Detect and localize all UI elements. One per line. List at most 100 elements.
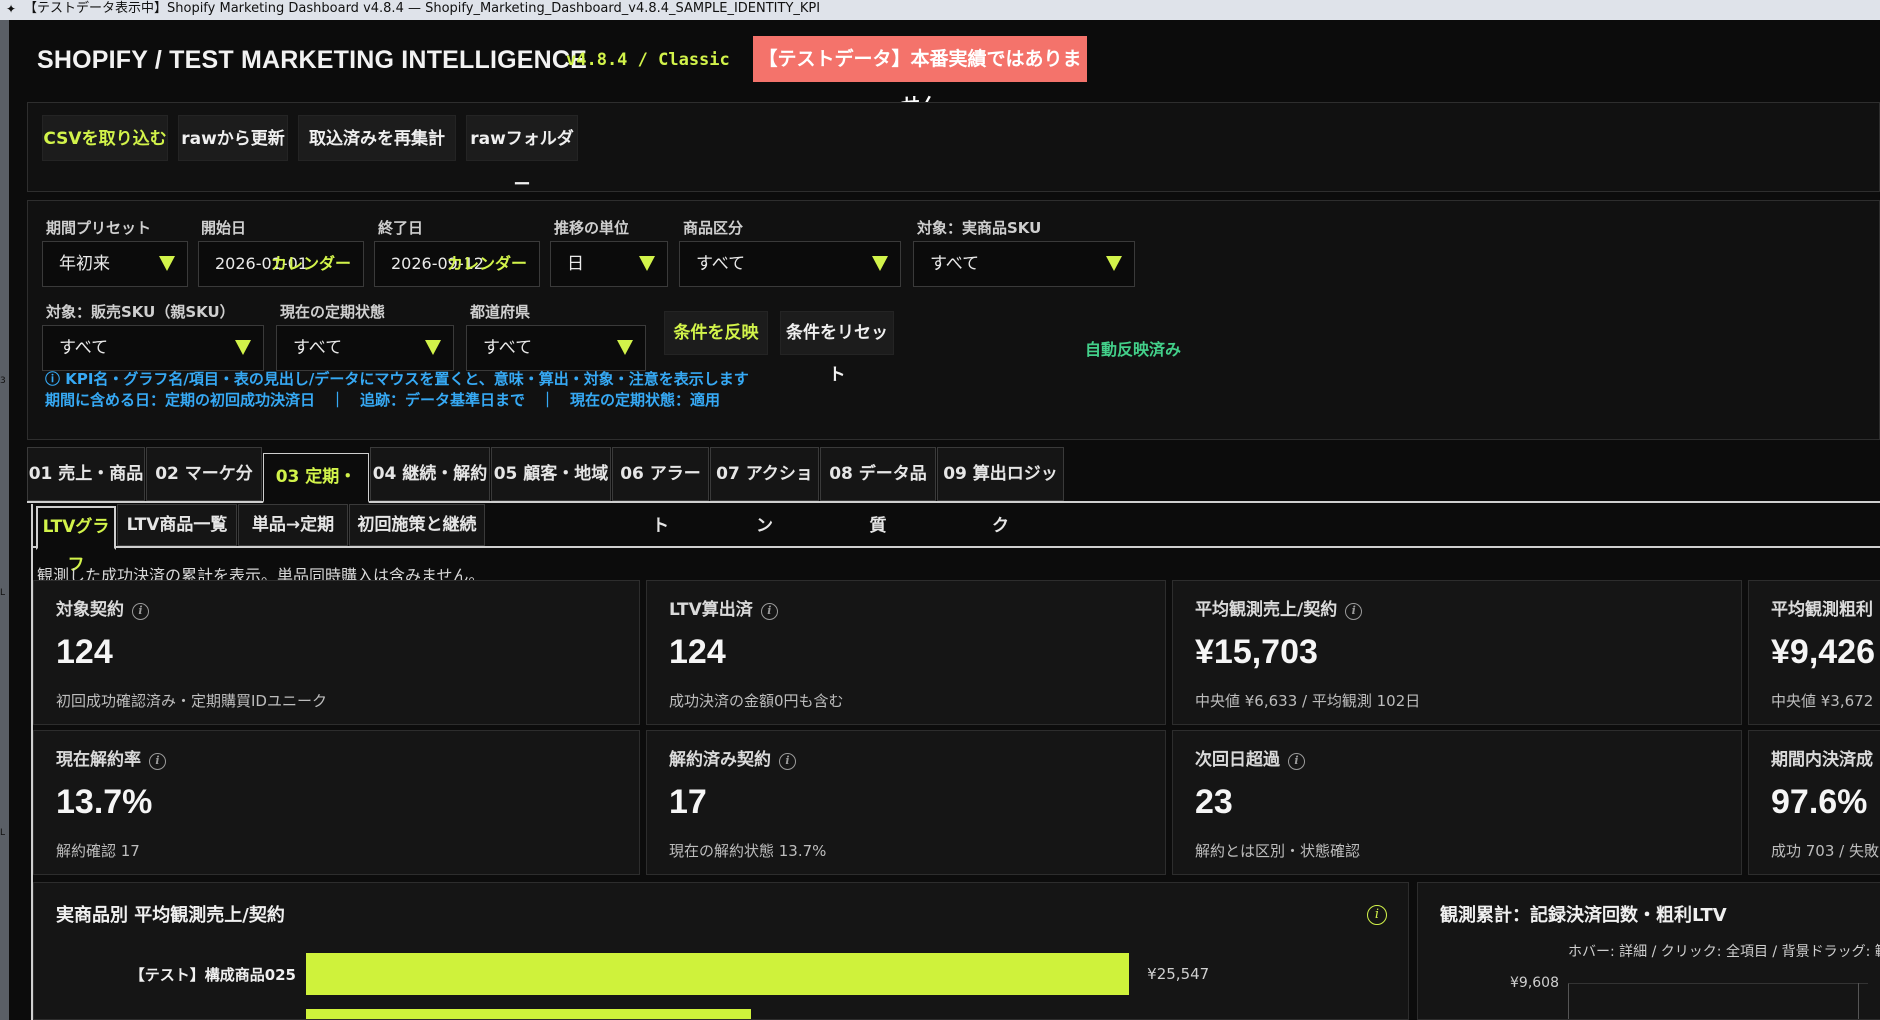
chevron-down-icon [159,256,175,271]
target-sales-sku-label: 対象：販売SKU（親SKU） [46,303,235,321]
end-date-label: 終了日 [378,219,424,237]
info-icon[interactable]: i [760,603,778,620]
kpi-label-text: 平均観測売上/契約 [1195,600,1338,620]
update-from-raw-button[interactable]: rawから更新 [178,115,288,161]
target-real-sku-value: すべて [930,254,980,274]
target-real-sku-select[interactable]: すべて [913,241,1135,287]
tab-retention-churn[interactable]: 04 継続・解約 [370,447,490,501]
end-date-field[interactable]: 2026-09-12 カレンダー [374,241,540,287]
test-data-badge: 【テストデータ】本番実績ではありません [753,36,1087,116]
bar[interactable] [306,1009,751,1019]
plot-area[interactable] [1568,983,1868,1019]
tab-data-quality[interactable]: 08 データ品質 [820,447,936,536]
product-category-select[interactable]: すべて [679,241,901,287]
line-chart-hint: ホバー: 詳細 / クリック: 全項目 / 背景ドラッグ: 範 [1568,944,1880,960]
subscription-status-select[interactable]: すべて [276,325,454,371]
hover-hint: ⓘ KPI名・グラフ名/項目・表の見出し/データにマウスを置くと、意味・算出・対… [45,370,749,388]
period-preset-select[interactable]: 年初来 [42,241,188,287]
kpi-label-text: 次回日超過 [1195,750,1280,770]
target-real-sku-label: 対象：実商品SKU [917,219,1042,237]
kpi-label: 平均観測売上/契約 i [1195,595,1363,620]
kpi-value: 17 [669,783,707,821]
info-icon[interactable]: i [779,753,796,770]
chevron-down-icon [235,340,251,355]
trend-unit-value: 日 [567,254,584,274]
tab-customer-region[interactable]: 05 顧客・地域 [491,447,611,501]
bar-chart-title: 実商品別 平均観測売上/契約 [56,905,285,926]
tab-calculation-logic[interactable]: 09 算出ロジック [937,447,1064,536]
trend-unit-select[interactable]: 日 [550,241,668,287]
kpi-label-text: LTV算出済 [669,600,753,620]
tab-marketing[interactable]: 02 マーケ分析 [146,447,262,536]
tab-alerts[interactable]: 06 アラート [612,447,709,536]
subscription-status-value: すべて [293,338,343,358]
raw-folder-button[interactable]: rawフォルダー [466,115,578,195]
kpi-value: 124 [669,633,726,671]
kpi-label: LTV算出済 i [669,595,778,620]
reset-filters-button[interactable]: 条件をリセット [780,311,894,385]
subtab-single-to-sub[interactable]: 単品→定期 [238,504,348,546]
gridline [1858,983,1859,1019]
dashboard-app: SHOPIFY / TEST MARKETING INTELLIGENCE v4… [9,20,1880,1020]
kpi-subtext: 初回成功確認済み・定期購買IDユニーク [56,692,327,710]
edge-mark: L [0,828,6,838]
kpi-value: 13.7% [56,783,153,821]
kpi-label: 期間内決済成 [1771,750,1873,770]
kpi-subtext: 中央値 ¥3,672 [1771,692,1874,710]
kpi-value: ¥15,703 [1195,633,1318,671]
import-csv-button[interactable]: CSVを取り込む [42,115,168,161]
kpi-label: 解約済み契約 i [669,745,796,770]
line-chart-title: 観測累計：記録決済回数・粗利LTV [1440,905,1727,926]
end-calendar-button[interactable]: カレンダー [447,242,527,286]
kpi-card: 期間内決済成 97.6% 成功 703 / 失敗 [1748,730,1880,875]
left-window-edge: 3 L L [0,20,9,1020]
info-icon[interactable]: i [1367,905,1387,925]
kpi-label: 対象契約 i [56,595,149,620]
target-sales-sku-value: すべて [59,338,109,358]
product-category-value: すべて [696,254,746,274]
info-icon[interactable]: i [1345,603,1363,620]
info-icon[interactable]: i [149,753,166,770]
target-sales-sku-select[interactable]: すべて [42,325,264,371]
chevron-down-icon [639,256,655,271]
auto-applied-status: 自動反映済み [1085,340,1182,359]
chevron-down-icon [425,340,441,355]
kpi-value: 97.6% [1771,783,1868,821]
kpi-label: 平均観測粗利 [1771,600,1873,620]
subtab-ltv-products[interactable]: LTV商品一覧 [117,504,237,546]
kpi-card: 現在解約率 i 13.7% 解約確認 17 [33,730,640,875]
action-panel: CSVを取り込む rawから更新 取込済みを再集計 rawフォルダー [27,102,1880,195]
period-preset-label: 期間プリセット [46,219,152,237]
header: SHOPIFY / TEST MARKETING INTELLIGENCE v4… [9,20,1880,116]
product-category-label: 商品区分 [683,219,744,237]
prefecture-value: すべて [483,338,533,358]
line-chart-panel: 観測累計：記録決済回数・粗利LTV ホバー: 詳細 / クリック: 全項目 / … [1417,882,1880,1020]
kpi-subtext: 成功決済の金額0円も含む [669,692,844,710]
y-tick-label: ¥9,608 [1510,975,1559,991]
start-date-field[interactable]: 2026-01-01 カレンダー [198,241,364,287]
start-date-label: 開始日 [201,219,247,237]
apply-filters-button[interactable]: 条件を反映 [664,311,768,355]
kpi-subtext: 解約確認 17 [56,842,140,860]
tab-actions[interactable]: 07 アクション [710,447,819,536]
subtab-ltv-graph[interactable]: LTVグラフ [36,506,116,575]
sub-tabs: LTVグラフ LTV商品一覧 単品→定期 初回施策と継続 [31,504,1880,575]
info-icon[interactable]: i [132,603,149,620]
start-calendar-button[interactable]: カレンダー [271,242,351,286]
window-titlebar: ✦ 【テストデータ表示中】Shopify Marketing Dashboard… [0,0,1880,20]
prefecture-select[interactable]: すべて [466,325,646,371]
tab-sales-products[interactable]: 01 売上・商品 [27,447,145,501]
bar-chart-panel: 実商品別 平均観測売上/契約 i 【テスト】構成商品025 ¥25,547 [33,882,1409,1020]
reaggregate-button[interactable]: 取込済みを再集計 [298,115,456,161]
tab-subscription-ltv[interactable]: 03 定期・LTV [263,453,369,533]
info-icon[interactable]: i [1288,753,1305,770]
kpi-label: 現在解約率 i [56,745,166,770]
bar[interactable] [306,953,1130,995]
kpi-label-text: 対象契約 [56,600,124,620]
bar-value-label: ¥25,547 [1147,965,1210,983]
prefecture-label: 都道府県 [470,303,531,321]
edge-mark: 3 [0,376,6,386]
period-hint: 期間に含める日：定期の初回成功決済日 ｜ 追跡：データ基準日まで ｜ 現在の定期… [45,391,721,409]
kpi-value: 124 [56,633,113,671]
subtab-first-campaign[interactable]: 初回施策と継続 [349,504,485,546]
